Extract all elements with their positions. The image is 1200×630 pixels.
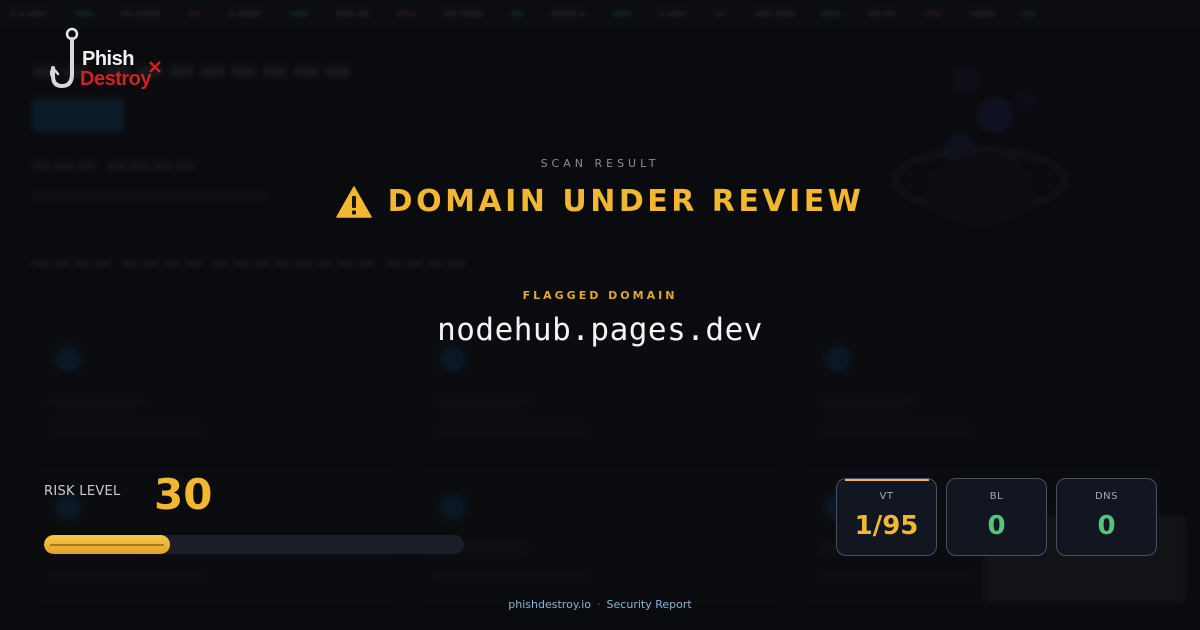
- red-x-mark-icon: [149, 61, 161, 73]
- stat-box-dns: DNS 0: [1056, 478, 1157, 556]
- share-card: ▪ ▪ ▪▪▪▪▪▪▪▪ ▪▪▪▪▪▪ ▪ ▪▪▪▪▪▪▪▪▪▪ ▪▪▪▪▪ ▪…: [0, 0, 1200, 630]
- risk-level-score: 30: [154, 470, 213, 519]
- stat-accent-line: [845, 479, 929, 481]
- footer-report-label: Security Report: [606, 598, 692, 611]
- risk-level-label: RISK LEVEL: [44, 484, 121, 499]
- stat-label: BL: [989, 491, 1004, 502]
- scan-result-label: SCAN RESULT: [540, 157, 660, 170]
- footer-separator: ·: [597, 598, 601, 611]
- verdict-heading: DOMAIN UNDER REVIEW: [0, 184, 1200, 219]
- flagged-domain-value: nodehub.pages.dev: [437, 312, 763, 348]
- stat-box-bl: BL 0: [946, 478, 1047, 556]
- footer: phishdestroy.io · Security Report: [0, 598, 1200, 611]
- verdict-text: DOMAIN UNDER REVIEW: [387, 184, 865, 219]
- stat-label: DNS: [1094, 491, 1119, 502]
- flagged-domain-label: FLAGGED DOMAIN: [522, 289, 678, 302]
- warning-triangle-icon: [335, 185, 372, 218]
- phishdestroy-logo: Phish Destroy: [50, 26, 180, 96]
- stat-value: 0: [1097, 511, 1116, 541]
- stat-box-vt: VT 1/95: [836, 478, 937, 556]
- stat-value: 0: [987, 511, 1006, 541]
- stat-value: 1/95: [854, 511, 919, 541]
- risk-level-bar-fill: [44, 535, 170, 554]
- risk-level-bar: [44, 535, 464, 554]
- logo-word-destroy: Destroy: [80, 68, 151, 90]
- stat-label: VT: [879, 491, 894, 502]
- footer-site-link[interactable]: phishdestroy.io: [508, 598, 591, 611]
